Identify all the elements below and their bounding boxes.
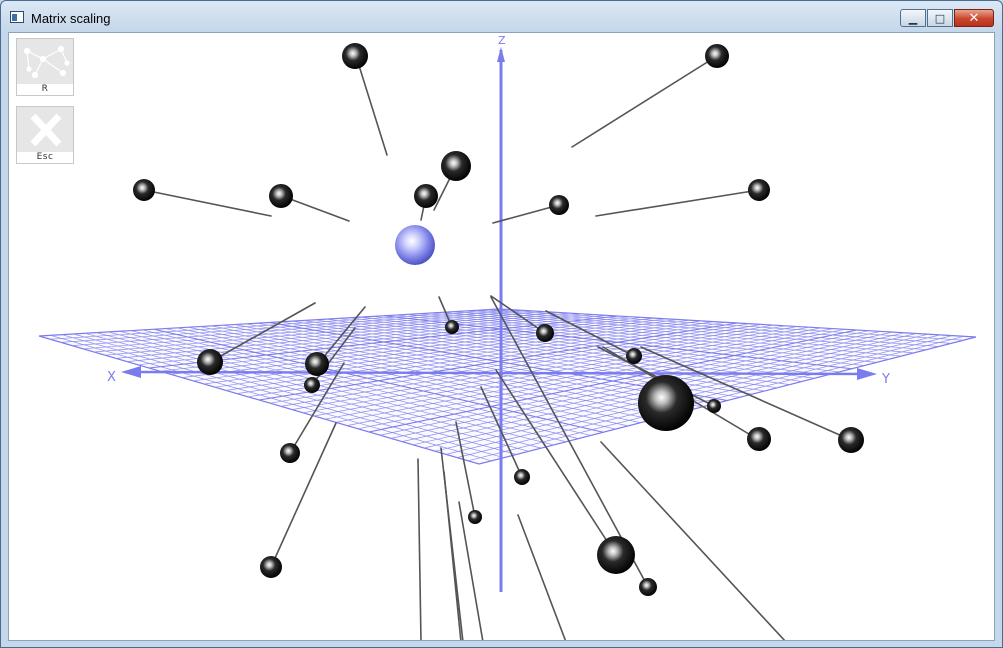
- sphere[interactable]: [269, 184, 293, 208]
- highlighted-sphere[interactable]: [395, 225, 435, 265]
- sphere[interactable]: [441, 151, 471, 181]
- window-controls: ▁ □ ✕: [899, 9, 994, 27]
- sphere[interactable]: [705, 44, 729, 68]
- randomize-button[interactable]: R: [16, 38, 74, 96]
- sphere[interactable]: [445, 320, 459, 334]
- app-icon: [10, 11, 24, 23]
- sphere[interactable]: [280, 443, 300, 463]
- sphere[interactable]: [304, 377, 320, 393]
- axis-label-x: X: [107, 370, 116, 385]
- randomize-icon: [23, 45, 70, 79]
- exit-button[interactable]: Esc: [16, 106, 74, 164]
- sphere[interactable]: [639, 578, 657, 596]
- sphere[interactable]: [747, 427, 771, 451]
- title-bar[interactable]: Matrix scaling ▁ □ ✕: [1, 1, 1002, 33]
- sphere[interactable]: [748, 179, 770, 201]
- sphere[interactable]: [638, 375, 694, 431]
- sphere[interactable]: [260, 556, 282, 578]
- sphere[interactable]: [133, 179, 155, 201]
- scene-canvas[interactable]: Z X Y: [8, 32, 995, 641]
- sphere[interactable]: [536, 324, 554, 342]
- sphere[interactable]: [197, 349, 223, 375]
- sphere[interactable]: [514, 469, 530, 485]
- close-button[interactable]: ✕: [954, 9, 994, 27]
- exit-label: Esc: [17, 152, 73, 163]
- sphere[interactable]: [414, 184, 438, 208]
- sphere[interactable]: [342, 43, 368, 69]
- sphere[interactable]: [626, 348, 642, 364]
- sphere[interactable]: [838, 427, 864, 453]
- app-window: Matrix scaling ▁ □ ✕ Z X Y R Esc: [0, 0, 1003, 648]
- sphere[interactable]: [597, 536, 635, 574]
- sphere[interactable]: [549, 195, 569, 215]
- sphere[interactable]: [305, 352, 329, 376]
- window-title: Matrix scaling: [31, 11, 111, 26]
- viewport-3d[interactable]: Z X Y R Esc: [8, 32, 995, 641]
- axis-label-y: Y: [881, 372, 890, 387]
- sphere[interactable]: [707, 399, 721, 413]
- randomize-label: R: [17, 84, 73, 95]
- axis-label-z: Z: [498, 34, 506, 47]
- maximize-button[interactable]: □: [927, 9, 953, 27]
- sphere[interactable]: [468, 510, 482, 524]
- minimize-button[interactable]: ▁: [900, 9, 926, 27]
- close-icon: [30, 113, 62, 147]
